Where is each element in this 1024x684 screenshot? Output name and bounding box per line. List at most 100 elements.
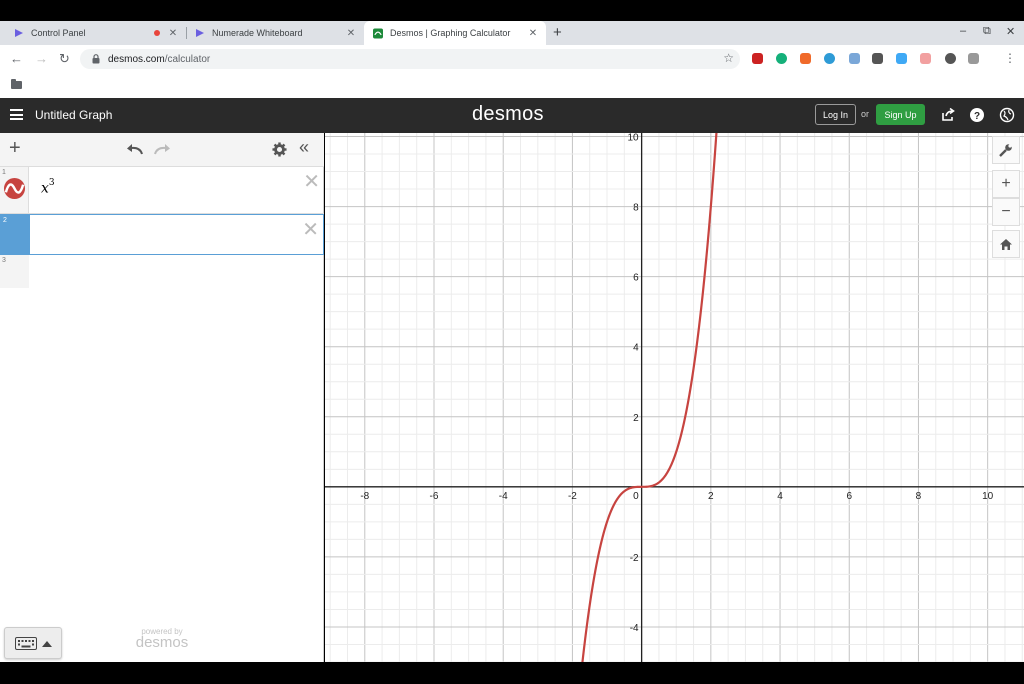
- address-bar[interactable]: desmos.com/calculator ☆: [80, 49, 740, 69]
- curve-x-cubed: [579, 113, 719, 682]
- x-tick-label: -8: [360, 491, 369, 502]
- numerade-icon: [195, 28, 205, 38]
- x-tick-label: 6: [846, 491, 852, 502]
- folder-icon[interactable]: [11, 79, 22, 89]
- home-icon[interactable]: [992, 230, 1020, 258]
- x-tick-label: -6: [430, 491, 439, 502]
- graph-canvas[interactable]: -8 -6 -4 -2 2 4 6 8 10 -4 -2 2 4 6 8 10 0: [325, 113, 1024, 682]
- extension-icon[interactable]: [872, 53, 883, 64]
- back-icon[interactable]: ←: [10, 51, 23, 66]
- bookmark-star-icon[interactable]: ☆: [723, 51, 734, 65]
- screen-border-bottom: [0, 662, 1024, 684]
- tab-title: Numerade Whiteboard: [212, 28, 303, 38]
- desmos-header: Untitled Graph desmos Log In or Sign Up …: [0, 98, 1024, 133]
- or-label: or: [861, 109, 870, 119]
- y-tick-label: 10: [628, 133, 640, 144]
- graph-paper[interactable]: -8 -6 -4 -2 2 4 6 8 10 -4 -2 2 4 6 8 10 0 + −: [325, 113, 1024, 682]
- y-tick-label: 2: [633, 413, 639, 424]
- zoom-in-icon[interactable]: +: [992, 170, 1020, 198]
- collapse-panel-icon[interactable]: «: [299, 138, 309, 156]
- tab-desmos[interactable]: Desmos | Graphing Calculator ✕: [364, 21, 546, 45]
- tab-numerade-whiteboard[interactable]: Numerade Whiteboard ✕: [181, 21, 364, 45]
- tab-title: Desmos | Graphing Calculator: [390, 28, 511, 38]
- numerade-icon: [14, 28, 24, 38]
- screen-border-top: [0, 0, 1024, 21]
- undo-icon[interactable]: [126, 142, 144, 160]
- expression-gutter: 1: [0, 167, 29, 213]
- restore-icon[interactable]: ⧉: [983, 25, 991, 38]
- expression-toolbar: + «: [0, 133, 324, 167]
- expression-math[interactable]: x3: [41, 178, 55, 197]
- forward-icon[interactable]: →: [35, 51, 48, 66]
- expression-gutter: 2: [1, 215, 30, 254]
- expression-number: 1: [2, 169, 6, 176]
- recording-icon: [154, 30, 160, 36]
- x-tick-label: -2: [568, 491, 577, 502]
- language-globe-icon[interactable]: [999, 107, 1015, 123]
- minimize-icon[interactable]: –: [960, 25, 966, 37]
- caret-up-icon: [42, 641, 52, 647]
- desmos-logo: desmos: [472, 103, 544, 125]
- expression-item[interactable]: 3: [0, 255, 324, 288]
- browser-tab-strip: Control Panel ✕ Numerade Whiteboard ✕ De…: [0, 21, 1024, 45]
- extension-icon[interactable]: [920, 53, 931, 64]
- new-tab-button[interactable]: +: [553, 24, 562, 41]
- expression-number: 3: [2, 257, 6, 264]
- powered-by-desmos: powered by desmos: [135, 627, 189, 651]
- eyedropper-extension-icon[interactable]: [849, 53, 860, 64]
- menu-icon[interactable]: [10, 109, 23, 120]
- screen-capture-extension-icon[interactable]: [968, 53, 979, 64]
- expression-item[interactable]: 1 x3 ✕: [0, 167, 324, 214]
- origin-label: 0: [633, 491, 639, 502]
- login-button[interactable]: Log In: [815, 104, 856, 125]
- graph-title[interactable]: Untitled Graph: [35, 108, 112, 122]
- bookmarks-bar: [0, 73, 1024, 98]
- grammarly-extension-icon[interactable]: [776, 53, 787, 64]
- close-window-icon[interactable]: ✕: [1006, 25, 1015, 38]
- extension-icon[interactable]: [945, 53, 956, 64]
- extension-icon[interactable]: [824, 53, 835, 64]
- settings-gear-icon[interactable]: [272, 142, 287, 162]
- download-extension-icon[interactable]: [896, 53, 907, 64]
- reload-icon[interactable]: ↻: [59, 51, 70, 67]
- browser-menu-icon[interactable]: ⋮: [1004, 51, 1016, 65]
- close-icon[interactable]: ✕: [344, 28, 358, 39]
- y-tick-label: -2: [630, 553, 639, 564]
- help-icon[interactable]: ?: [969, 107, 985, 123]
- close-icon[interactable]: ✕: [166, 28, 180, 39]
- tab-title: Control Panel: [31, 28, 86, 38]
- redo-icon[interactable]: [153, 142, 171, 160]
- lock-icon: [90, 54, 102, 64]
- graph-color-toggle-icon[interactable]: [3, 177, 26, 200]
- expression-gutter: 3: [0, 255, 29, 288]
- y-tick-label: -4: [630, 623, 639, 634]
- delete-expression-icon[interactable]: ✕: [303, 172, 320, 192]
- x-tick-label: -4: [499, 491, 508, 502]
- close-icon[interactable]: ✕: [526, 28, 540, 39]
- x-tick-label: 4: [777, 491, 783, 502]
- tab-control-panel[interactable]: Control Panel ✕: [0, 21, 186, 45]
- expression-number: 2: [3, 217, 7, 224]
- add-expression-icon[interactable]: +: [9, 138, 21, 158]
- expression-item[interactable]: 2 ✕: [0, 214, 324, 255]
- x-tick-label: 8: [916, 491, 922, 502]
- y-tick-label: 8: [633, 203, 639, 214]
- x-tick-label: 10: [982, 491, 994, 502]
- keyboard-toggle-button[interactable]: [4, 627, 62, 659]
- svg-text:?: ?: [974, 111, 980, 122]
- ublock-extension-icon[interactable]: [752, 53, 763, 64]
- signup-button[interactable]: Sign Up: [876, 104, 925, 125]
- extension-icon[interactable]: [800, 53, 811, 64]
- expression-panel: + « 1 x3 ✕ 2 ✕ 3 powered by desmos: [0, 133, 324, 662]
- url-text: desmos.com/calculator: [108, 53, 211, 65]
- browser-toolbar: ← → ↻ desmos.com/calculator ☆ ⋮: [0, 45, 1024, 73]
- x-tick-label: 2: [708, 491, 714, 502]
- share-icon[interactable]: [940, 107, 956, 123]
- keyboard-icon: [15, 637, 37, 650]
- y-tick-label: 6: [633, 273, 639, 284]
- delete-expression-icon[interactable]: ✕: [302, 220, 319, 240]
- zoom-out-icon[interactable]: −: [992, 198, 1020, 226]
- desmos-favicon-icon: [373, 28, 383, 38]
- graph-settings-wrench-icon[interactable]: [992, 136, 1020, 164]
- y-tick-label: 4: [633, 343, 639, 354]
